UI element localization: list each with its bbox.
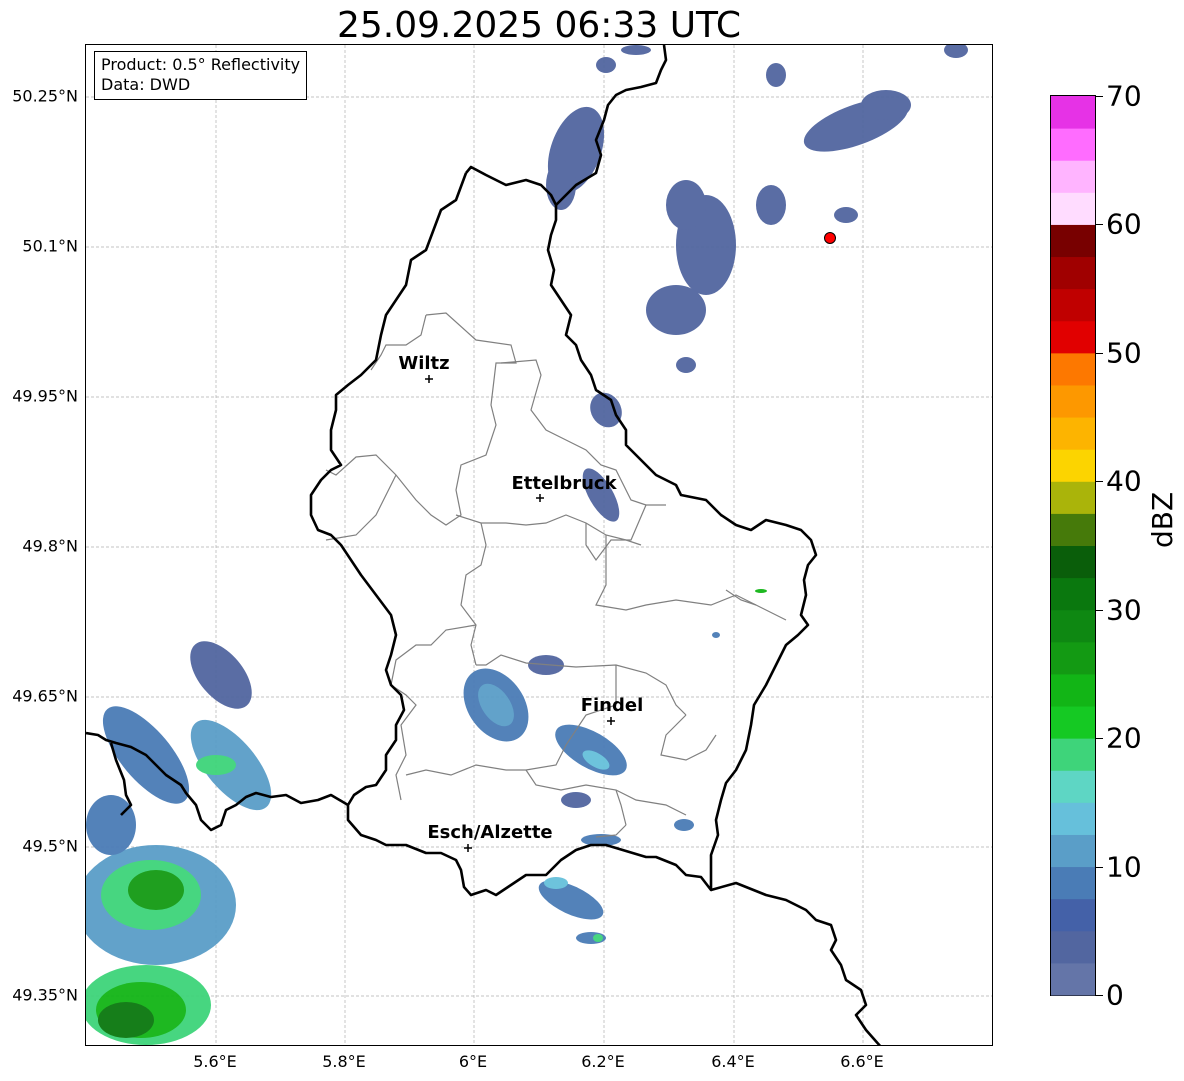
- colorbar-tick-label: 20: [1106, 721, 1142, 755]
- radar-site-marker: [824, 232, 836, 244]
- colorbar-segment: [1051, 673, 1095, 707]
- colorbar-segment: [1051, 128, 1095, 161]
- colorbar-tick-label: 30: [1106, 593, 1142, 627]
- colorbar-segment: [1051, 160, 1095, 193]
- lat-tick-label: 49.95°N: [12, 386, 78, 406]
- data-source-text: Data: DWD: [101, 75, 191, 94]
- lon-tick-label: 5.6°E: [193, 1052, 237, 1071]
- colorbar-segment: [1051, 96, 1095, 129]
- canton-boundaries: [325, 312, 787, 838]
- colorbar-segment: [1051, 930, 1095, 964]
- lon-tick-label: 6.6°E: [840, 1052, 884, 1071]
- lon-tick-label: 5.8°E: [322, 1052, 366, 1071]
- colorbar-segment: [1051, 384, 1095, 418]
- colorbar-segment: [1051, 288, 1095, 322]
- place-label-findel: Findel: [581, 695, 644, 716]
- colorbar-tick: [1096, 481, 1103, 483]
- colorbar-tick-label: 0: [1106, 978, 1124, 1012]
- place-label-ettelbruck: Ettelbruck: [511, 473, 617, 494]
- place-label-esch-alzette: Esch/Alzette: [427, 822, 552, 843]
- colorbar-tick: [1096, 738, 1103, 740]
- findel-marker: [607, 717, 615, 725]
- lat-tick-label: 49.65°N: [12, 686, 78, 706]
- lat-tick-label: 49.35°N: [12, 985, 78, 1005]
- lon-tick-label: 6.2°E: [581, 1052, 625, 1071]
- ettelbruck-marker: [536, 494, 544, 502]
- map-title: 25.09.2025 06:33 UTC: [336, 5, 742, 46]
- colorbar-tick-label: 40: [1106, 464, 1142, 498]
- lat-tick-label: 49.5°N: [22, 836, 78, 856]
- colorbar-tick: [1096, 866, 1103, 868]
- colorbar-segment: [1051, 224, 1095, 258]
- colorbar-segment: [1051, 481, 1095, 514]
- colorbar-segment: [1051, 320, 1095, 354]
- colorbar-segment: [1051, 866, 1095, 900]
- place-label-wiltz: Wiltz: [398, 353, 449, 374]
- radar-echoes: [86, 45, 968, 1045]
- lon-tick-label: 6.4°E: [711, 1052, 755, 1071]
- colorbar: [1050, 95, 1096, 996]
- colorbar-tick-label: 60: [1106, 207, 1142, 241]
- colorbar-segment: [1051, 738, 1095, 771]
- colorbar-tick-label: 10: [1106, 850, 1142, 884]
- colorbar-tick-label: 50: [1106, 336, 1142, 370]
- wiltz-marker: [425, 375, 433, 383]
- lat-tick-label: 50.25°N: [12, 86, 78, 106]
- lat-tick-label: 50.1°N: [22, 236, 78, 256]
- colorbar-segment: [1051, 609, 1095, 643]
- radar-map[interactable]: Wiltz Ettelbruck Findel Esch/Alzette: [85, 44, 993, 1046]
- colorbar-segment: [1051, 352, 1095, 386]
- colorbar-segment: [1051, 898, 1095, 932]
- colorbar-tick: [1096, 352, 1103, 354]
- colorbar-segment: [1051, 706, 1095, 739]
- colorbar-segment: [1051, 545, 1095, 579]
- lon-tick-label: 6°E: [458, 1052, 488, 1071]
- lat-tick-label: 49.8°N: [22, 536, 78, 556]
- colorbar-segment: [1051, 417, 1095, 450]
- colorbar-segment: [1051, 513, 1095, 546]
- colorbar-segment: [1051, 962, 1095, 996]
- colorbar-tick: [1096, 609, 1103, 611]
- colorbar-segment: [1051, 641, 1095, 675]
- colorbar-segment: [1051, 770, 1095, 803]
- colorbar-tick: [1096, 995, 1103, 996]
- colorbar-segment: [1051, 577, 1095, 611]
- product-info-box: Product: 0.5° Reflectivity Data: DWD: [94, 51, 308, 100]
- product-text: Product: 0.5° Reflectivity: [101, 55, 301, 74]
- colorbar-segment: [1051, 256, 1095, 290]
- colorbar-tick: [1096, 224, 1103, 226]
- colorbar-segment: [1051, 802, 1095, 835]
- colorbar-tick-label: 70: [1106, 79, 1142, 113]
- colorbar-label: dBZ: [1146, 491, 1179, 548]
- colorbar-tick: [1096, 96, 1103, 97]
- colorbar-segment: [1051, 449, 1095, 482]
- colorbar-segment: [1051, 192, 1095, 225]
- esch-alzette-marker: [464, 844, 472, 852]
- colorbar-segment: [1051, 834, 1095, 868]
